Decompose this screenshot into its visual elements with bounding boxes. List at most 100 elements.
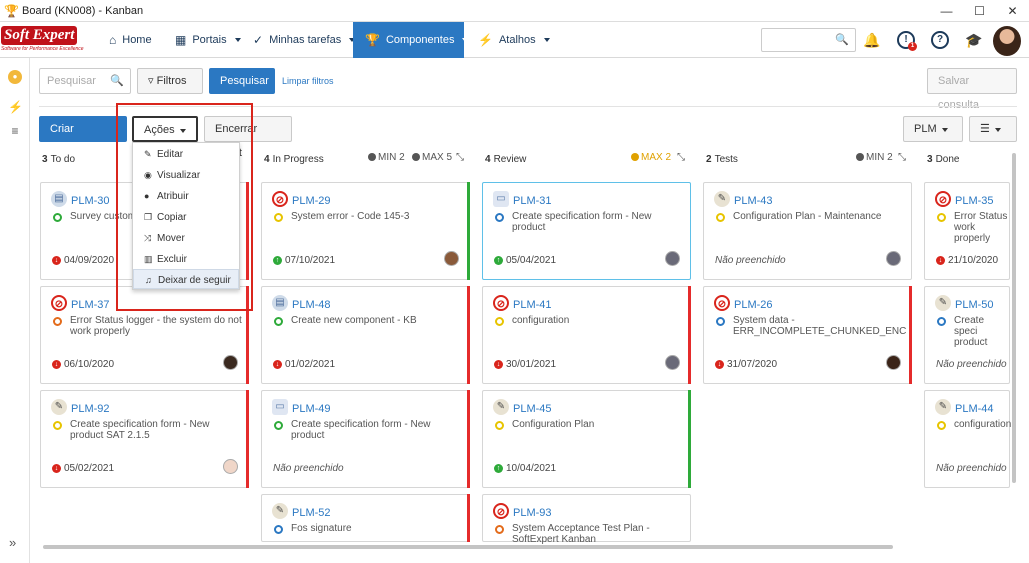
window-titlebar: 🏆 Board (KN008) - Kanban — ☐ ✕ [0,0,1029,22]
arrow-down-icon: ↓ [273,360,282,369]
max-limit: MAX 5 [412,152,452,163]
arrow-up-icon: ↑ [273,256,282,265]
kanban-card[interactable]: ✎ PLM-50 Create speci product Não preenc… [924,286,1010,384]
search-icon: 🔍 [110,75,124,87]
kanban-card[interactable]: ✎ PLM-44 configuration Não preenchido [924,390,1011,488]
kanban-card[interactable]: ✎ PLM-45 Configuration Plan ↑ 10/04/2021 [482,390,691,488]
horizontal-scrollbar[interactable] [43,545,893,549]
pen-icon: ✎ [935,295,951,311]
global-search-input[interactable]: 🔍 [761,28,856,52]
check-icon: ✓ [253,33,264,47]
filter-icon[interactable]: ≡ [8,124,22,138]
status-icon [937,317,946,326]
column-header-done: 3 Done [927,153,960,165]
kanban-card[interactable]: ✎ PLM-52 Fos signature [261,494,470,542]
column-header-in-progress: 4 In Progress [264,153,324,165]
main-navbar: Soft Expert Software for Performance Exc… [0,22,1029,58]
status-icon [274,421,283,430]
kanban-card[interactable]: ✎ PLM-43 Configuration Plan - Maintenanc… [703,182,912,280]
pen-icon: ✎ [272,503,288,519]
kanban-card[interactable]: ✎ PLM-92 Create specification form - New… [40,390,249,488]
pen-icon: ✎ [714,191,730,207]
kanban-card-selected[interactable]: ▭ PLM-31 Create specification form - New… [482,182,691,280]
blocked-icon: ⊘ [493,295,509,311]
arrow-down-icon: ↓ [494,360,503,369]
pen-icon: ✎ [935,399,951,415]
status-icon [495,213,504,222]
nav-componentes[interactable]: 🏆 Componentes [353,22,469,58]
kanban-card[interactable]: ⊘ PLM-29 System error - Code 145-3 ↑ 07/1… [261,182,470,280]
vertical-scrollbar[interactable] [1012,153,1016,483]
trophy-icon: 🏆 [4,3,19,18]
status-icon [495,421,504,430]
arrow-up-icon: ↑ [494,256,503,265]
bell-icon[interactable]: 🔔 [863,31,881,49]
collapse-icon[interactable]: ⤡ [898,152,906,163]
help-icon[interactable]: ? [931,31,949,49]
blocked-icon: ⊘ [51,295,67,311]
database-icon: ▤ [51,191,67,207]
minimize-button[interactable]: — [930,0,963,22]
view-options-button[interactable]: ☰ [969,116,1017,142]
clear-filters-link[interactable]: Limpar filtros [282,76,334,86]
pen-icon: ✎ [51,399,67,415]
column-header-tests: 2 Tests [706,153,738,165]
status-icon [274,317,283,326]
plm-select[interactable]: PLM [903,116,963,142]
status-icon [495,525,504,534]
min-limit: MIN 2 [856,152,893,163]
status-icon [274,213,283,222]
collapse-icon[interactable]: ⤡ [456,152,464,163]
save-query-button[interactable]: Salvar consulta [927,68,1017,111]
collapse-icon[interactable]: ⤡ [677,152,685,163]
user-avatar[interactable] [993,26,1021,56]
blocked-icon: ⊘ [935,191,951,207]
status-icon [937,421,946,430]
nav-home[interactable]: ⌂ Home [97,22,164,58]
arrow-up-icon: ↑ [494,464,503,473]
search-button[interactable]: Pesquisar [209,68,275,94]
avatar [223,459,238,474]
kanban-card[interactable]: ⊘ PLM-35 Error Status work properly ↓ 21/… [924,182,1010,280]
avatar [665,355,680,370]
status-icon [274,525,283,534]
maximize-button[interactable]: ☐ [963,0,996,22]
kanban-card[interactable]: ▤ PLM-48 Create new component - KB ↓ 01/0… [261,286,470,384]
expand-sidebar-icon[interactable]: » [9,535,16,550]
avatar [886,355,901,370]
document-icon: ▭ [272,399,288,415]
kanban-card[interactable]: ▭ PLM-49 Create specification form - New… [261,390,470,488]
coin-icon[interactable]: ● [8,70,22,84]
filter-bar: Pesquisar 🔍 ▿ Filtros Pesquisar Limpar f… [30,58,1029,111]
arrow-down-icon: ↓ [52,360,61,369]
window-title: Board (KN008) - Kanban [22,4,144,17]
lightning-icon: ⚡ [478,33,493,47]
nav-atalhos[interactable]: ⚡ Atalhos [466,22,562,58]
nav-minhas-tarefas[interactable]: ✓ Minhas tarefas [241,22,367,58]
create-activity-button[interactable]: Criar atividade [39,116,127,159]
status-icon [53,317,62,326]
max-limit-warning: MAX 2 [631,152,671,163]
blocked-icon: ⊘ [493,503,509,519]
softexpert-logo[interactable]: Soft Expert Software for Performance Exc… [1,26,93,52]
kanban-card[interactable]: ⊘ PLM-41 configuration ↓ 30/01/2021 [482,286,691,384]
graduation-cap-icon[interactable]: 🎓 [965,31,983,49]
status-icon [937,213,946,222]
column-header-review: 4 Review [485,153,527,165]
arrow-down-icon: ↓ [52,256,61,265]
close-button[interactable]: ✕ [996,0,1029,22]
kanban-card[interactable]: ⊘ PLM-26 System data - ERR_INCOMPLETE_CH… [703,286,912,384]
highlight-frame [116,103,253,311]
nav-portais[interactable]: ▦ Portais [163,22,253,58]
search-input[interactable]: Pesquisar 🔍 [39,68,131,94]
filters-button[interactable]: ▿ Filtros [137,68,203,94]
lightning-icon[interactable]: ⚡ [8,100,23,114]
tasks-icon[interactable]: ! 1 [897,31,917,51]
left-sidebar: ● ⚡ ≡ [0,58,30,563]
kanban-card[interactable]: ⊘ PLM-93 System Acceptance Test Plan - S… [482,494,691,545]
avatar [665,251,680,266]
status-icon [53,421,62,430]
blocked-icon: ⊘ [272,191,288,207]
status-icon [716,213,725,222]
arrow-down-icon: ↓ [715,360,724,369]
